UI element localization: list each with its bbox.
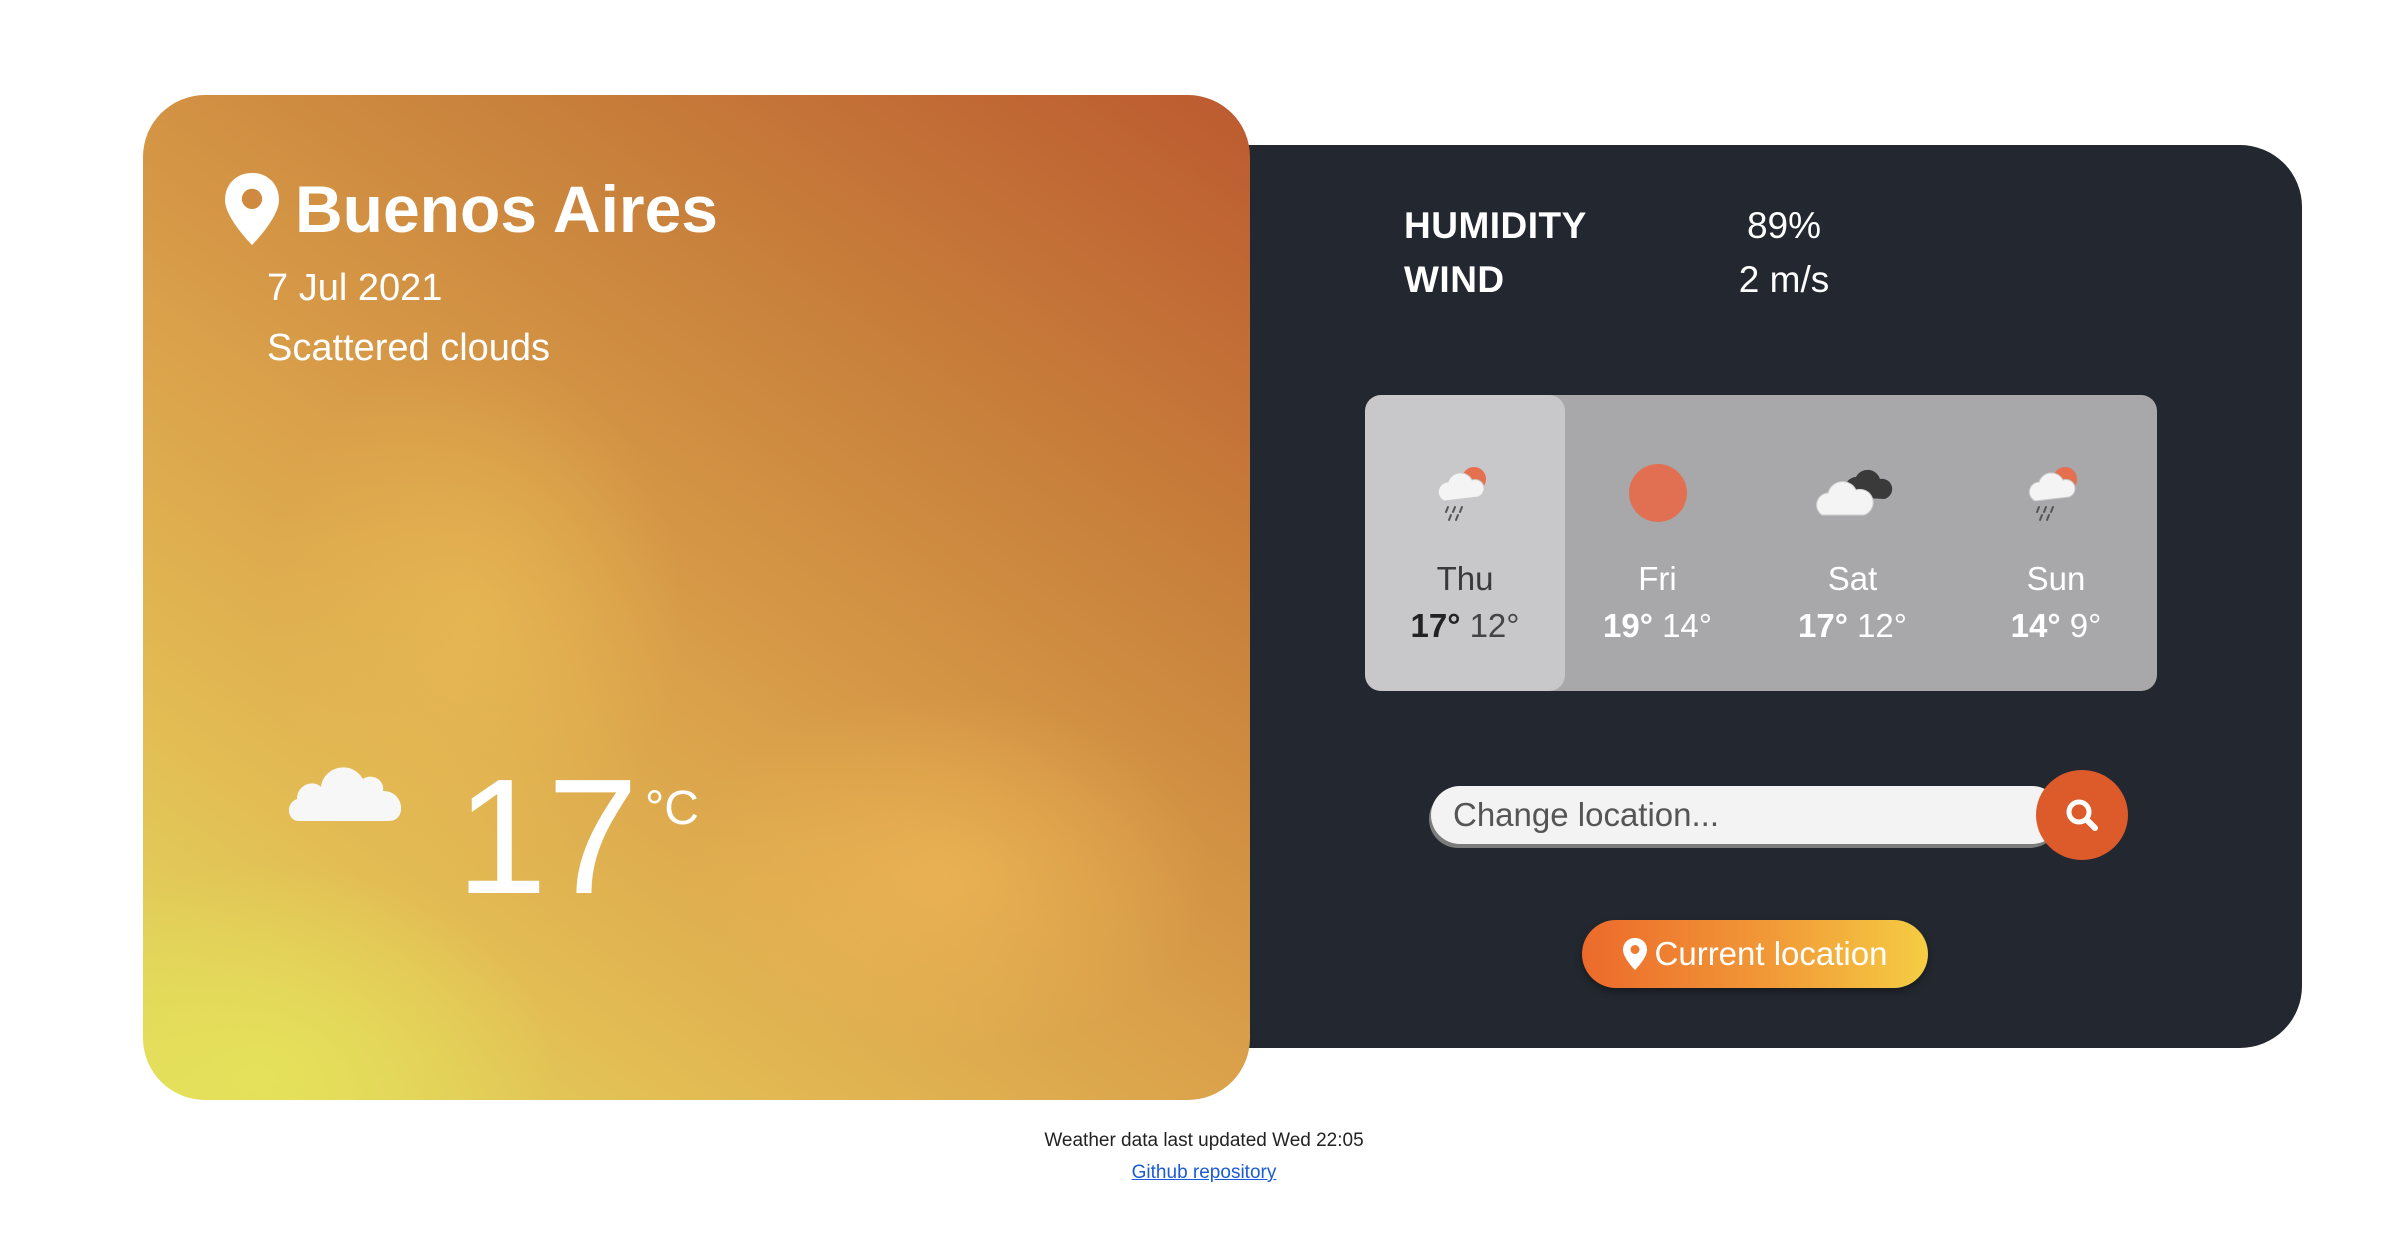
forecast-temps: 14° 9° xyxy=(1955,607,2157,645)
weather-description: Scattered clouds xyxy=(267,327,551,369)
map-pin-icon xyxy=(1622,938,1647,970)
humidity-label: HUMIDITY xyxy=(1404,205,1587,246)
github-repository-link[interactable]: Github repository xyxy=(1132,1162,1277,1183)
search-icon xyxy=(2066,799,2098,831)
footer-link-row: Github repository xyxy=(0,1162,2408,1184)
forecast-day-name: Sun xyxy=(2026,560,2086,597)
weather-stats: HUMIDITY 89% WIND 2 m/s xyxy=(1404,205,1964,313)
city-name: Buenos Aires xyxy=(295,172,719,246)
search-form xyxy=(1431,770,2128,860)
cloud-icon xyxy=(288,767,402,821)
forecast-high: 19° xyxy=(1603,607,1653,644)
temperature-unit: °C xyxy=(645,782,699,835)
forecast-low: 12° xyxy=(1469,607,1520,644)
forecast-day-thu[interactable]: Thu 17° 12° xyxy=(1365,395,1565,691)
location-search-input[interactable] xyxy=(1431,786,2061,844)
forecast-temps: 17° 12° xyxy=(1750,607,1955,645)
forecast-temps: 17° 12° xyxy=(1365,607,1565,645)
forecast-high: 17° xyxy=(1410,607,1461,644)
current-weather-card: Buenos Aires 7 Jul 2021 Scattered clouds… xyxy=(143,95,1250,1100)
current-location-button[interactable]: Current location xyxy=(1582,920,1928,988)
forecast-day-sun[interactable]: Sun 14° 9° xyxy=(1955,395,2157,691)
forecast-low: 14° xyxy=(1662,607,1712,644)
forecast-day-name: Sat xyxy=(1827,560,1878,597)
forecast-low: 9° xyxy=(2069,607,2102,644)
weather-app: HUMIDITY 89% WIND 2 m/s Thu 17° 12° Fri … xyxy=(0,0,2408,1250)
forecast-day-name: Thu xyxy=(1436,560,1494,597)
info-panel: HUMIDITY 89% WIND 2 m/s Thu 17° 12° Fri … xyxy=(1180,145,2302,1048)
forecast-high: 17° xyxy=(1798,607,1848,644)
search-button[interactable] xyxy=(2036,770,2128,860)
cloud-rain-sun-icon xyxy=(1437,467,1486,521)
wind-row: WIND 2 m/s xyxy=(1404,259,1964,313)
map-pin-icon xyxy=(225,173,279,245)
forecast-low: 12° xyxy=(1857,607,1907,644)
sun-icon xyxy=(1628,464,1687,522)
wind-label: WIND xyxy=(1404,259,1505,300)
current-location-label: Current location xyxy=(1654,935,1888,972)
forecast-temps: 19° 14° xyxy=(1565,607,1750,645)
humidity-row: HUMIDITY 89% xyxy=(1404,205,1964,259)
cloud-rain-sun-icon xyxy=(2028,467,2077,521)
cloudy-icon xyxy=(1815,469,1892,516)
wind-value: 2 m/s xyxy=(1738,259,1830,300)
city-header: Buenos Aires xyxy=(225,171,718,247)
forecast-day-sat[interactable]: Sat 17° 12° xyxy=(1750,395,1955,691)
forecast-strip: Thu 17° 12° Fri 19° 14° Sat 17° 12° Sun … xyxy=(1365,395,2157,691)
current-date: 7 Jul 2021 xyxy=(267,267,443,309)
humidity-value: 89% xyxy=(1746,205,1822,246)
forecast-day-name: Fri xyxy=(1638,560,1677,597)
current-temperature: 17 xyxy=(456,745,639,928)
forecast-day-fri[interactable]: Fri 19° 14° xyxy=(1565,395,1750,691)
last-updated-text: Weather data last updated Wed 22:05 xyxy=(1044,1130,1364,1151)
forecast-high: 14° xyxy=(2010,607,2061,644)
